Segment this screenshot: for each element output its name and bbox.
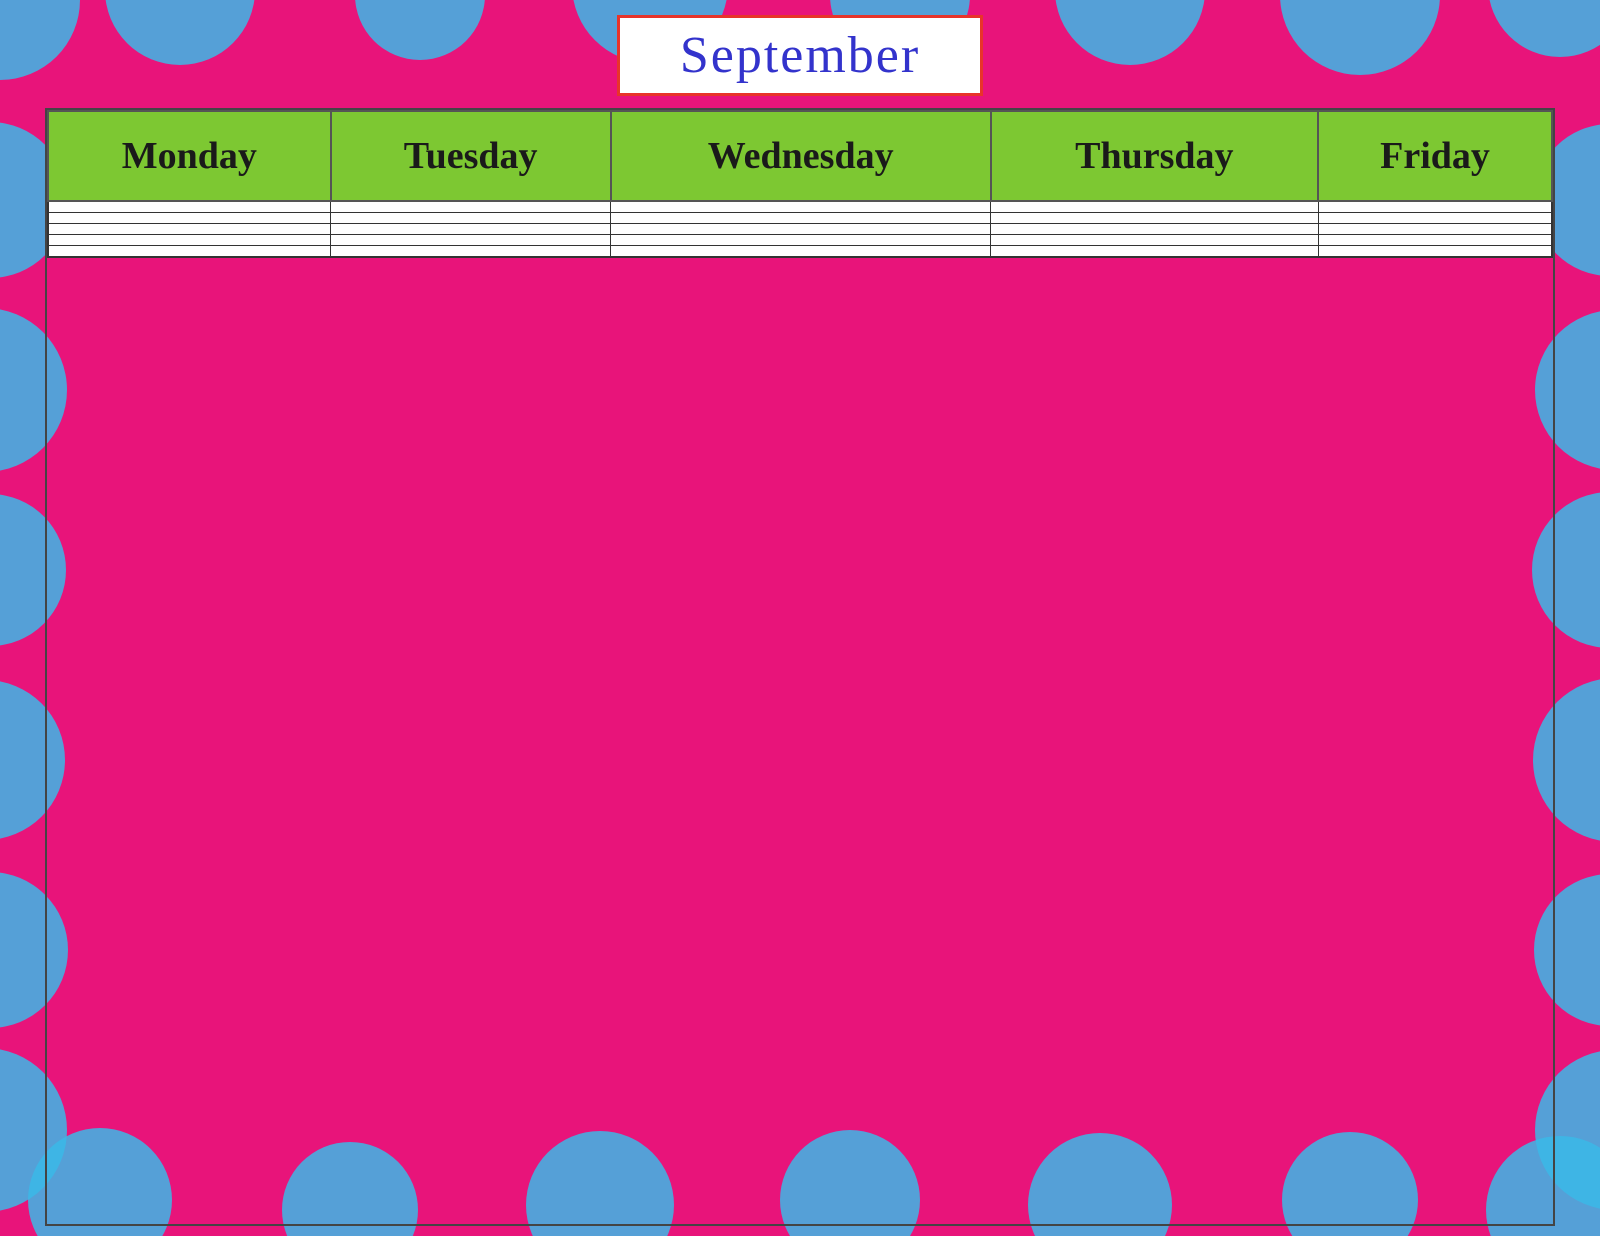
header-friday: Friday bbox=[1318, 111, 1552, 201]
header-tuesday: Tuesday bbox=[331, 111, 611, 201]
calendar-grid-container: Monday Tuesday Wednesday Thursday Friday bbox=[45, 108, 1555, 1226]
header-thursday: Thursday bbox=[991, 111, 1318, 201]
cell-row4-mon[interactable] bbox=[48, 235, 331, 246]
calendar-row-3 bbox=[48, 224, 1552, 235]
cell-row4-tue[interactable] bbox=[331, 235, 611, 246]
cell-row3-tue[interactable] bbox=[331, 224, 611, 235]
calendar-row-1 bbox=[48, 201, 1552, 213]
month-title-container: September bbox=[617, 15, 983, 96]
cell-row2-mon[interactable] bbox=[48, 213, 331, 224]
calendar-wrapper: September Monday Tuesday Wednesday Thurs… bbox=[45, 10, 1555, 1226]
cell-row1-mon[interactable] bbox=[48, 201, 331, 213]
cell-row3-mon[interactable] bbox=[48, 224, 331, 235]
cell-row2-wed[interactable] bbox=[611, 213, 991, 224]
header-row: Monday Tuesday Wednesday Thursday Friday bbox=[48, 111, 1552, 201]
cell-row3-thu[interactable] bbox=[991, 224, 1318, 235]
cell-row3-fri[interactable] bbox=[1318, 224, 1552, 235]
cell-row4-thu[interactable] bbox=[991, 235, 1318, 246]
calendar-row-5 bbox=[48, 246, 1552, 258]
cell-row2-thu[interactable] bbox=[991, 213, 1318, 224]
header-wednesday: Wednesday bbox=[611, 111, 991, 201]
cell-row2-fri[interactable] bbox=[1318, 213, 1552, 224]
calendar-row-4 bbox=[48, 235, 1552, 246]
cell-row5-mon[interactable] bbox=[48, 246, 331, 258]
cell-row3-wed[interactable] bbox=[611, 224, 991, 235]
cell-row5-fri[interactable] bbox=[1318, 246, 1552, 258]
cell-row5-thu[interactable] bbox=[991, 246, 1318, 258]
header-monday: Monday bbox=[48, 111, 331, 201]
calendar-table: Monday Tuesday Wednesday Thursday Friday bbox=[47, 110, 1553, 258]
cell-row4-fri[interactable] bbox=[1318, 235, 1552, 246]
cell-row1-fri[interactable] bbox=[1318, 201, 1552, 213]
cell-row5-wed[interactable] bbox=[611, 246, 991, 258]
cell-row1-thu[interactable] bbox=[991, 201, 1318, 213]
cell-row4-wed[interactable] bbox=[611, 235, 991, 246]
cell-row5-tue[interactable] bbox=[331, 246, 611, 258]
cell-row1-wed[interactable] bbox=[611, 201, 991, 213]
calendar-row-2 bbox=[48, 213, 1552, 224]
cell-row1-tue[interactable] bbox=[331, 201, 611, 213]
cell-row2-tue[interactable] bbox=[331, 213, 611, 224]
month-title: September bbox=[680, 27, 920, 84]
